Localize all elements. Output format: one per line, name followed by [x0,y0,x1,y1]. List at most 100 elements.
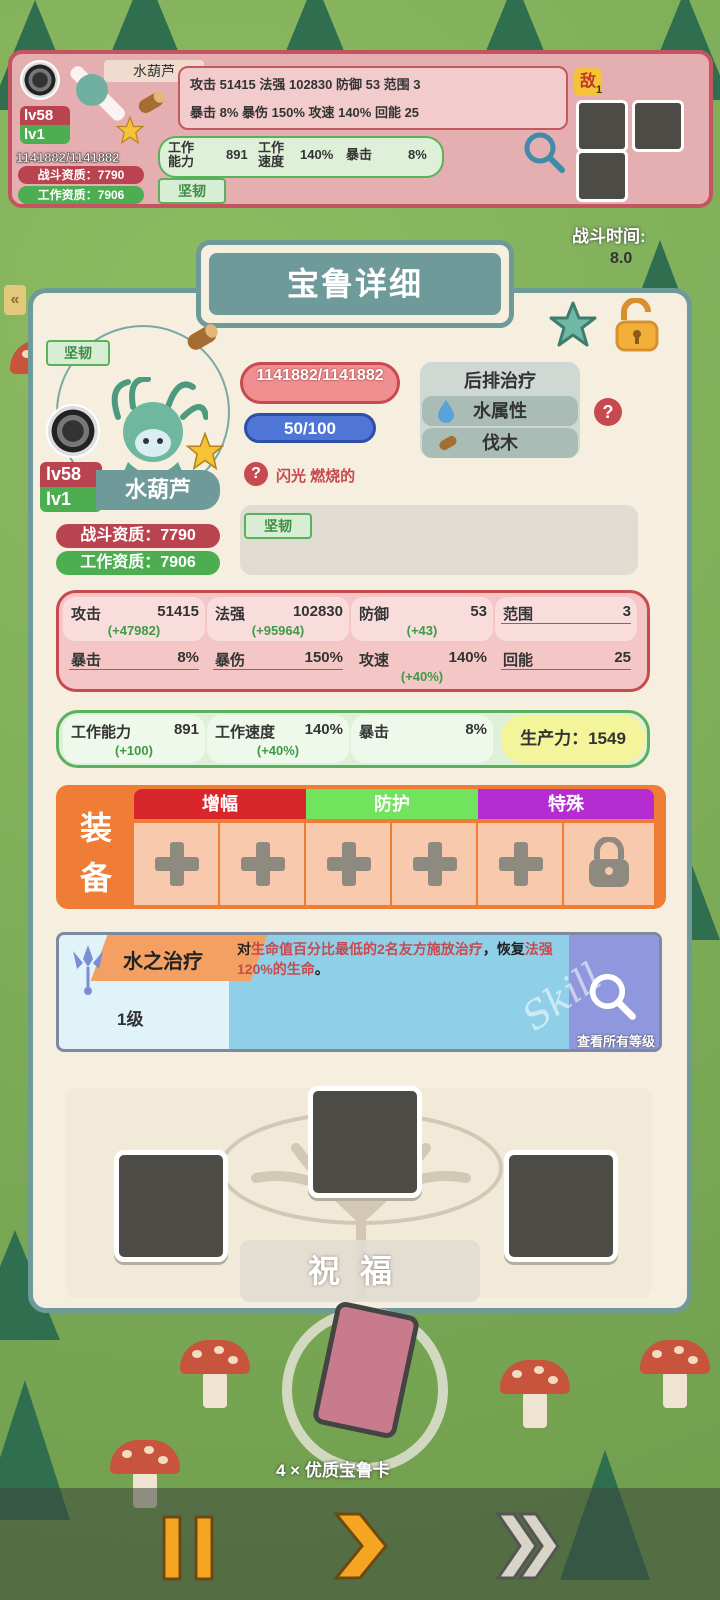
work-ability: 工作能力 891 (+100) [63,715,205,763]
level-badge: lv58 lv1 [40,462,102,512]
skill-type-label: 伐木 [422,428,578,458]
work-ability-label: 工作 能力 [168,140,195,169]
equip-category-amplify: 增幅 [134,789,306,819]
work-stats-summary: 工作 能力 891 工作 速度 140% 暴击 8% [158,136,444,178]
equip-slot-2[interactable] [220,823,306,905]
battle-time-value: 8.0 [610,250,633,267]
work-speed-value: 140% [300,147,334,162]
plus-icon [327,842,371,886]
wood-log-icon [439,435,457,451]
card-deck-icon [282,1301,448,1470]
work-level: lv1 [20,125,70,144]
enemy-slot-1[interactable] [576,100,628,152]
blessing-button[interactable]: 祝福 [240,1240,480,1302]
trait-tag[interactable]: 坚韧 [46,340,110,366]
help-icon[interactable]: ? [594,398,622,426]
top-summary-panel: lv58 lv1 1141882/1141882 战斗资质：7790 工作资质：… [8,50,713,210]
skill-type-text: 伐木 [482,433,518,453]
passive-tag[interactable]: 坚韧 [244,513,312,539]
stat-crit: 暴击 8% [69,649,199,670]
equipment-panel: 装备 增幅 防护 特殊 [56,785,666,909]
plus-icon [413,842,457,886]
equip-slot-4[interactable] [392,823,478,905]
wood-log-icon [138,91,165,113]
element-label: 水属性 [422,396,578,426]
trait-tag[interactable]: 坚韧 [158,178,226,204]
collapse-arrow-icon[interactable]: « [4,285,26,315]
blessing-slot-2[interactable] [114,1150,228,1262]
top-summary-card[interactable]: lv58 lv1 1141882/1141882 战斗资质：7790 工作资质：… [8,50,713,208]
work-crit-value: 8% [408,147,427,162]
work-crit: 暴击 8% [351,715,493,763]
stat-defense: 防御 53 (+43) [351,597,493,641]
fast-forward-icon[interactable] [496,1508,562,1584]
work-stats-panel: 工作能力 891 (+100) 工作速度 140% (+40%) 暴击 8% 生产力：15… [56,710,650,768]
favorite-star-icon[interactable] [548,300,598,350]
work-speed-label: 工作 速度 [258,140,285,169]
equipment-label: 装备 [79,810,112,896]
lotus-skill-icon [73,945,103,995]
water-drop-icon [438,400,454,423]
hp-readout: 1141882/1141882 [16,150,120,165]
wood-log-icon [187,324,218,350]
equip-slot-5[interactable] [478,823,564,905]
enemy-slot-3[interactable] [576,150,628,202]
star-icon [116,116,144,144]
role-label: 后排治疗 [464,371,536,391]
equip-category-special: 特殊 [478,789,654,819]
modal-title: 宝鲁详细 [209,253,501,315]
equip-category-protect: 防护 [306,789,478,819]
skill-description: 对生命值百分比最低的2名友方施放治疗，恢复法强120%的生命。 [237,941,553,977]
lock-icon [589,837,629,887]
element-text: 水属性 [473,401,527,421]
equip-slot-1[interactable] [134,823,220,905]
stat-magic-power: 法强 102830 (+95964) [207,597,349,641]
play-icon[interactable] [330,1508,390,1584]
work-aptitude: 工作资质：7906 [18,186,144,204]
star-icon [186,432,224,470]
blessing-slot-3[interactable] [504,1150,618,1262]
work-speed: 工作速度 140% (+40%) [207,715,349,763]
stat-attack: 攻击 51415 (+47982) [63,597,205,641]
skill-level: 1级 [117,1010,144,1029]
blessing-slot-1[interactable] [308,1086,422,1198]
battle-aptitude: 战斗资质：7790 [18,166,144,184]
battle-level: lv58 [20,106,70,125]
modal-title-frame: 宝鲁详细 [196,240,514,328]
character-name: 水葫芦 [96,470,220,510]
plus-icon [499,842,543,886]
work-level: lv1 [40,487,102,512]
work-ability-value: 891 [226,147,248,162]
hp-bar: 1141882/1141882 [240,362,400,404]
plus-icon [155,842,199,886]
equip-slot-locked[interactable] [564,823,654,905]
battle-stats-panel: 攻击 51415 (+47982) 法强 102830 (+95964) 防御 53 (+4… [56,590,650,692]
passive-trait-box: 坚韧 [240,505,638,575]
plus-icon [241,842,285,886]
stat-range: 范围 3 [495,597,637,641]
skill-card[interactable]: 水之治疗 1级 对生命值百分比最低的2名友方施放治疗，恢复法强120%的生命。 … [56,932,662,1052]
productivity: 生产力：1549 [501,715,645,763]
help-icon[interactable]: ? [244,462,268,486]
view-all-levels-link[interactable]: 查看所有等级 [577,1031,655,1049]
work-crit-label: 暴击 [346,147,373,162]
skill-name: 水之治疗 [123,951,203,973]
work-aptitude: 工作资质：7906 [56,551,220,575]
search-icon[interactable] [587,971,637,1021]
mp-bar: 50/100 [244,413,376,443]
battle-stats-summary: 攻击 51415 法强 102830 防御 53 范围 3 暴击 8% 暴伤 1… [178,66,568,130]
vortex-icon [46,404,100,458]
battle-aptitude: 战斗资质：7790 [56,524,220,548]
enemy-slot-2[interactable] [632,100,684,152]
pause-icon[interactable] [160,1510,216,1586]
stat-crit-damage: 暴伤 150% [213,649,343,670]
search-icon[interactable] [522,130,566,174]
traits-text: 闪光 燃烧的 [276,468,356,485]
equip-slot-3[interactable] [306,823,392,905]
stats-row-2: 暴击 8% 暴伤 150% 攻速 140% 回能 25 [190,105,420,120]
battle-level: lv58 [40,462,102,487]
card-count: 4 × 优质宝鲁卡 [276,1461,390,1480]
unlock-icon[interactable] [612,298,662,354]
stat-attack-speed: 攻速 140% (+40%) [359,649,487,684]
battle-time-label: 战斗时间: [572,227,646,246]
